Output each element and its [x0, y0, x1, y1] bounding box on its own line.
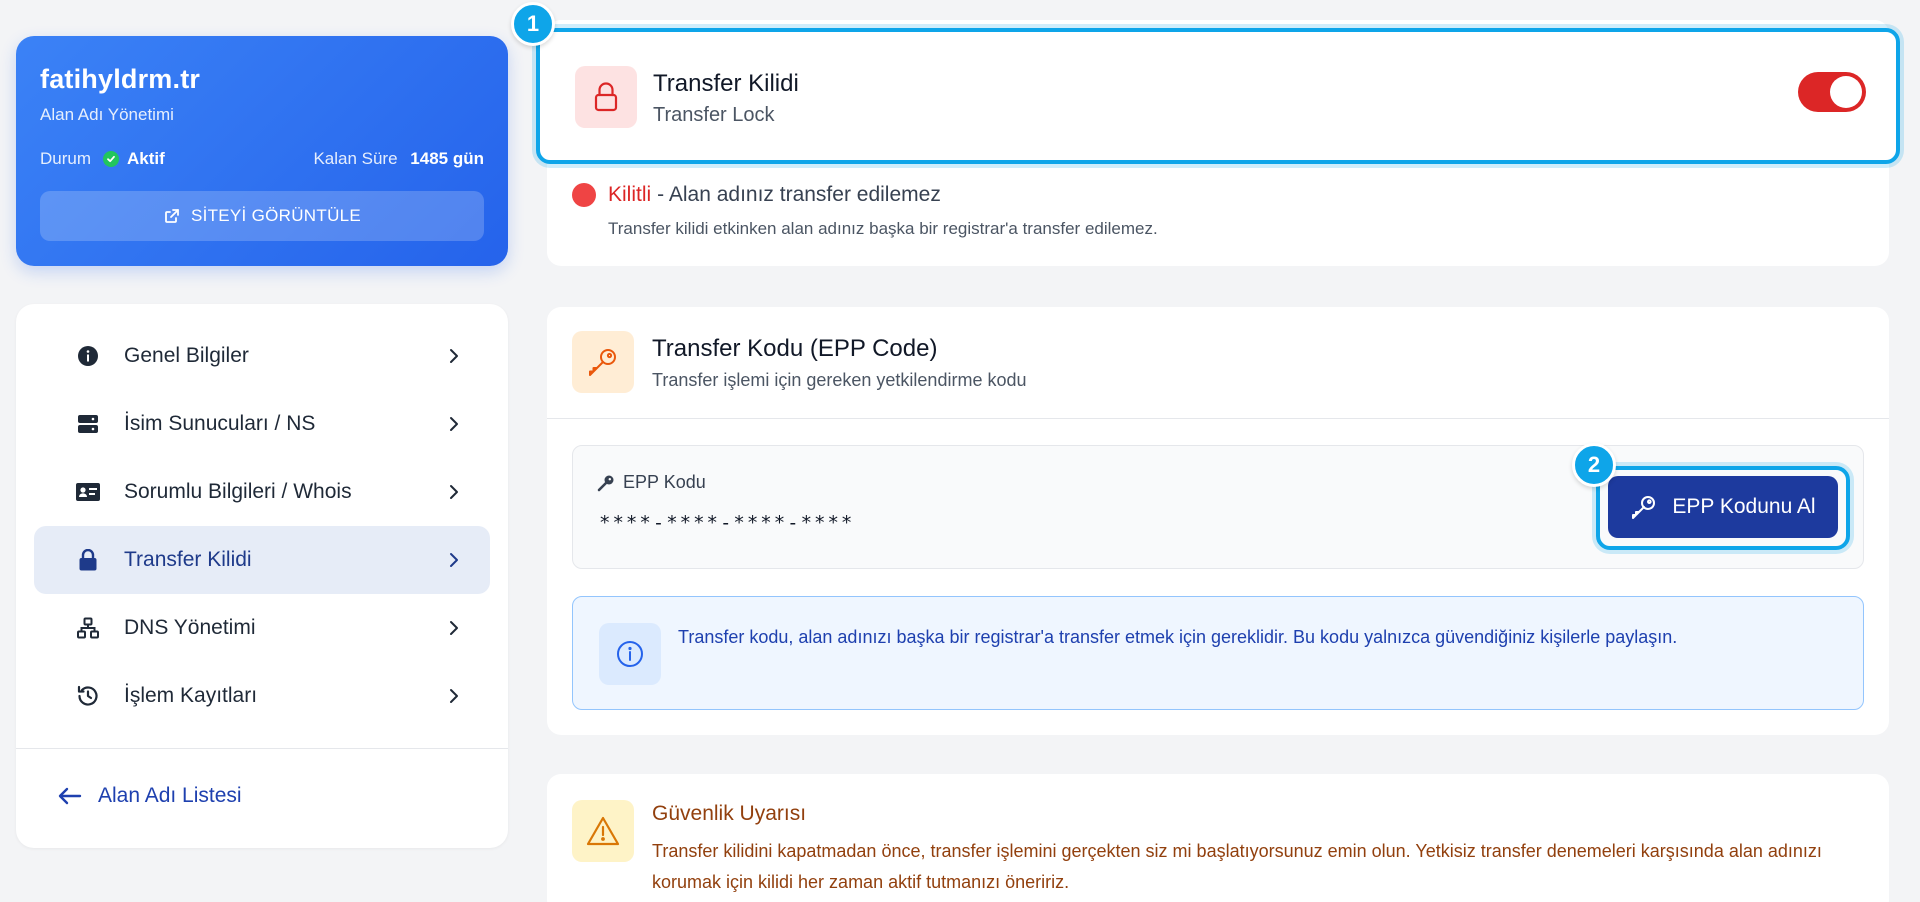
info-icon	[599, 623, 661, 685]
sidebar-nav: Genel Bilgiler İsim Sunucuları / NS Soru…	[16, 304, 508, 848]
chevron-right-icon	[450, 417, 458, 431]
epp-title: Transfer Kodu (EPP Code)	[652, 335, 938, 362]
sidebar-item-nameservers[interactable]: İsim Sunucuları / NS	[34, 390, 490, 458]
lock-state-word: Kilitli	[608, 183, 652, 206]
epp-code-value: ****-****-****-****	[599, 512, 855, 534]
security-warning-text: Transfer kilidini kapatmadan önce, trans…	[652, 841, 1822, 892]
external-link-icon	[165, 209, 179, 223]
lock-state-text: - Alan adınız transfer edilemez	[657, 183, 941, 206]
back-to-domain-list-link[interactable]: Alan Adı Listesi	[58, 784, 242, 808]
sidebar-item-transfer-lock[interactable]: Transfer Kilidi	[34, 526, 490, 594]
status-dot-icon	[572, 183, 596, 207]
sidebar-item-dns[interactable]: DNS Yönetimi	[34, 594, 490, 662]
chevron-right-icon	[450, 553, 458, 567]
step-badge-1: 1	[511, 2, 555, 46]
status-badge: Aktif	[127, 149, 165, 168]
history-icon	[76, 684, 100, 708]
arrow-left-icon	[58, 787, 82, 805]
sidebar-item-label: İsim Sunucuları / NS	[124, 412, 316, 435]
transfer-lock-row: Transfer Kilidi Transfer Lock	[536, 28, 1900, 164]
domain-subtitle: Alan Adı Yönetimi	[40, 105, 174, 124]
sidebar-item-whois[interactable]: Sorumlu Bilgileri / Whois	[34, 458, 490, 526]
lock-state-note: Transfer kilidi etkinken alan adınız baş…	[608, 219, 1158, 238]
epp-subtitle: Transfer işlemi için gereken yetkilendir…	[652, 370, 1027, 390]
epp-header: Transfer Kodu (EPP Code) Transfer işlemi…	[547, 307, 1889, 419]
server-icon	[76, 412, 100, 436]
status-label: Durum	[40, 149, 92, 168]
view-site-button[interactable]: SİTEYİ GÖRÜNTÜLE	[40, 191, 484, 241]
sidebar-item-general[interactable]: Genel Bilgiler	[34, 322, 490, 390]
toggle-knob	[1830, 76, 1862, 108]
warning-triangle-icon	[572, 800, 634, 862]
sidebar-item-label: Genel Bilgiler	[124, 344, 249, 367]
back-link-label: Alan Adı Listesi	[98, 784, 242, 807]
transfer-lock-toggle[interactable]	[1798, 72, 1866, 112]
remaining-group: Kalan Süre 1485 gün	[313, 149, 484, 169]
id-card-icon	[76, 480, 100, 504]
epp-code-label-row: EPP Kodu	[597, 472, 706, 493]
network-icon	[76, 616, 100, 640]
epp-info-box: Transfer kodu, alan adınızı başka bir re…	[572, 596, 1864, 710]
lock-icon	[575, 66, 637, 128]
remaining-label: Kalan Süre	[313, 149, 398, 168]
domain-name: fatihyldrm.tr	[40, 64, 201, 94]
transfer-lock-title: Transfer Kilidi	[653, 70, 799, 97]
lock-state: Kilitli - Alan adınız transfer edilemez	[572, 183, 941, 207]
lock-icon	[76, 548, 100, 572]
status-group: Durum Aktif	[40, 149, 165, 169]
nav-divider	[16, 748, 508, 749]
transfer-lock-subtitle: Transfer Lock	[653, 104, 775, 126]
chevron-right-icon	[450, 485, 458, 499]
key-small-icon	[597, 475, 614, 491]
check-circle-icon	[103, 151, 120, 167]
chevron-right-icon	[450, 621, 458, 635]
domain-meta: Durum Aktif Kalan Süre 1485 gün	[40, 149, 484, 169]
epp-info-text: Transfer kodu, alan adınızı başka bir re…	[678, 627, 1678, 647]
key-icon	[572, 331, 634, 393]
chevron-right-icon	[450, 349, 458, 363]
info-circle-icon	[76, 344, 100, 368]
security-warning-panel: Güvenlik Uyarısı Transfer kilidini kapat…	[547, 774, 1889, 902]
get-epp-code-label: EPP Kodunu Al	[1672, 495, 1816, 518]
sidebar-item-label: DNS Yönetimi	[124, 616, 256, 639]
get-epp-code-button[interactable]: EPP Kodunu Al	[1608, 476, 1838, 538]
sidebar-item-label: İşlem Kayıtları	[124, 684, 258, 707]
sidebar-item-logs[interactable]: İşlem Kayıtları	[34, 662, 490, 730]
sidebar-item-label: Transfer Kilidi	[124, 548, 252, 571]
view-site-label: SİTEYİ GÖRÜNTÜLE	[190, 206, 362, 225]
domain-summary-card: fatihyldrm.tr Alan Adı Yönetimi Durum Ak…	[16, 36, 508, 266]
key-icon	[1632, 496, 1656, 519]
step-badge-2: 2	[1572, 443, 1616, 487]
epp-code-label: EPP Kodu	[623, 472, 706, 492]
security-warning-title: Güvenlik Uyarısı	[652, 802, 807, 825]
remaining-value: 1485 gün	[410, 149, 484, 168]
sidebar-item-label: Sorumlu Bilgileri / Whois	[124, 480, 352, 503]
chevron-right-icon	[450, 689, 458, 703]
